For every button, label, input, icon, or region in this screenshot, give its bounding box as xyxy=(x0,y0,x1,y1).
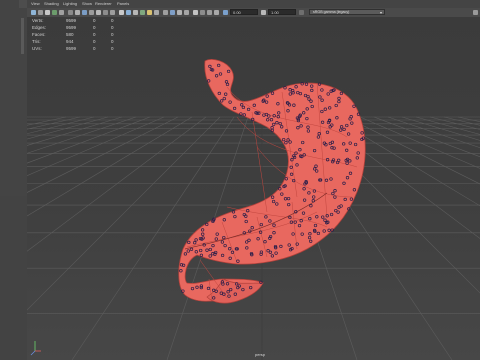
motion-blur-icon[interactable] xyxy=(170,10,175,15)
xray-joints-icon[interactable] xyxy=(207,10,212,15)
safe-action-icon[interactable] xyxy=(110,10,115,15)
wireframe-on-shaded-icon[interactable] xyxy=(133,10,138,15)
smooth-shade-icon[interactable] xyxy=(126,10,131,15)
viewport-scene xyxy=(27,59,480,360)
stomach-body xyxy=(178,59,366,302)
hud-value: 0 xyxy=(111,18,114,23)
menu-renderer[interactable]: Renderer xyxy=(95,1,112,6)
panel-menubar: View Shading Lighting Show Renderer Pane… xyxy=(27,0,480,8)
panel-corner-handle[interactable] xyxy=(19,0,27,8)
hud-value: 0 xyxy=(93,25,96,30)
menu-shading[interactable]: Shading xyxy=(44,1,59,6)
hud-label: Edges: xyxy=(32,25,47,30)
field-chart-icon[interactable] xyxy=(103,10,108,15)
film-gate-icon[interactable] xyxy=(82,10,87,15)
grease-pencil-icon[interactable] xyxy=(68,10,73,15)
hud-label: Faces: xyxy=(32,32,46,37)
menu-panels[interactable]: Panels xyxy=(117,1,129,6)
image-plane-icon[interactable] xyxy=(52,10,57,15)
hud-value: 0 xyxy=(111,46,114,51)
chevron-down-icon: ▾ xyxy=(379,10,382,15)
resolution-gate-icon[interactable] xyxy=(89,10,94,15)
xray-icon[interactable] xyxy=(200,10,205,15)
panel-scrollbar-thumb[interactable] xyxy=(21,18,24,54)
hud-value: 0 xyxy=(93,32,96,37)
left-panel-lower xyxy=(0,196,27,360)
panel-options-icon[interactable] xyxy=(473,10,478,15)
camera-name-label: persp xyxy=(255,352,266,357)
hud-label: Tris: xyxy=(32,39,41,44)
gamma-icon[interactable] xyxy=(261,10,266,15)
camera-attributes-icon[interactable] xyxy=(38,10,43,15)
hud-value: 9599 xyxy=(66,46,77,51)
hud-value: 0 xyxy=(93,39,96,44)
hud-value: 0 xyxy=(93,46,96,51)
hud-label: UVs: xyxy=(32,46,42,51)
lights-icon[interactable] xyxy=(147,10,152,15)
select-camera-icon[interactable] xyxy=(31,10,36,15)
backface-culling-icon[interactable] xyxy=(214,10,219,15)
axis-gizmo xyxy=(30,341,41,356)
menu-show[interactable]: Show xyxy=(82,1,92,6)
isolate-select-icon[interactable] xyxy=(193,10,198,15)
view-transform-value: sRGB gamma (legacy) xyxy=(313,10,350,14)
depth-of-field-icon[interactable] xyxy=(184,10,189,15)
viewport-3d[interactable]: Verts: 9599 0 0 Edges: 9599 0 0 Faces: 5… xyxy=(27,17,480,360)
exposure-field[interactable]: 0.00 xyxy=(230,9,258,15)
stomach-mesh xyxy=(178,59,366,304)
textured-icon[interactable] xyxy=(140,10,145,15)
exposure-icon[interactable] xyxy=(223,10,228,15)
hud-value: 0 xyxy=(93,18,96,23)
view-transform-dropdown[interactable]: sRGB gamma (legacy) ▾ xyxy=(309,9,385,15)
gate-mask-icon[interactable] xyxy=(96,10,101,15)
hud-value: 0 xyxy=(111,39,114,44)
hud-value: 9599 xyxy=(66,18,77,23)
menu-lighting[interactable]: Lighting xyxy=(63,1,77,6)
hud-label: Verts: xyxy=(32,18,44,23)
grid-toggle-icon[interactable] xyxy=(75,10,80,15)
hud-value: 580 xyxy=(66,32,74,37)
anti-aliasing-icon[interactable] xyxy=(177,10,182,15)
hud-value: 0 xyxy=(111,32,114,37)
wireframe-icon[interactable] xyxy=(119,10,124,15)
hud-value: 944 xyxy=(66,39,74,44)
gamma-field[interactable]: 1.00 xyxy=(268,9,296,15)
screen-space-ao-icon[interactable] xyxy=(163,10,168,15)
2d-pan-zoom-icon[interactable] xyxy=(59,10,64,15)
bookmark-icon[interactable] xyxy=(45,10,50,15)
shadows-icon[interactable] xyxy=(154,10,159,15)
hud-value: 0 xyxy=(111,25,114,30)
menu-view[interactable]: View xyxy=(31,1,40,6)
hud-value: 9599 xyxy=(66,25,77,30)
color-management-icon[interactable] xyxy=(299,10,304,15)
